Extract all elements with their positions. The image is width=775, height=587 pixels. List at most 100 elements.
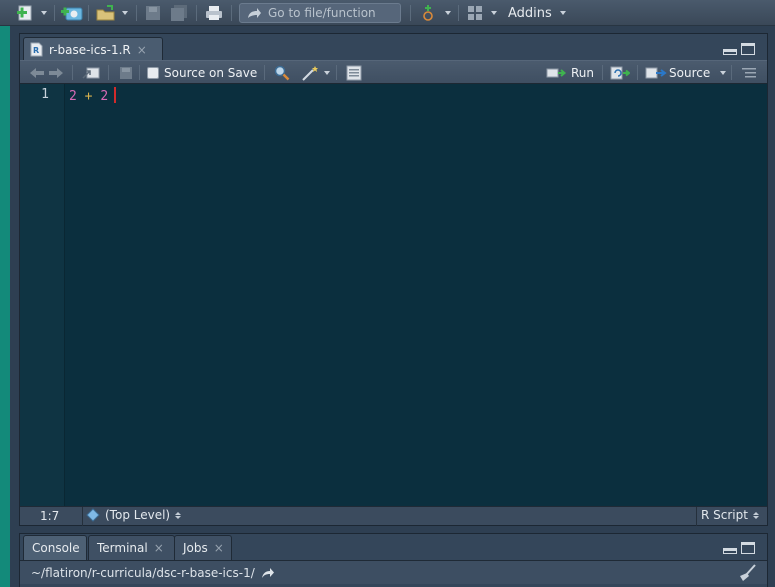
main-toolbar: Addins xyxy=(0,0,775,26)
run-icon xyxy=(546,68,567,77)
back-arrow-icon xyxy=(30,67,44,78)
tab-console[interactable]: Console xyxy=(23,535,87,560)
tab-jobs-close-button[interactable]: × xyxy=(214,541,224,555)
find-replace-button[interactable] xyxy=(274,64,290,81)
pane-layout-button[interactable] xyxy=(467,4,497,22)
source-on-save-label: Source on Save xyxy=(164,65,258,80)
navigate-dir-icon[interactable] xyxy=(261,567,275,579)
minimize-pane-icon[interactable] xyxy=(723,542,737,554)
file-type-label: R Script xyxy=(701,508,748,522)
code-tools-button[interactable] xyxy=(301,64,330,81)
source-label: Source xyxy=(669,65,711,80)
file-type-selector[interactable]: R Script xyxy=(701,508,759,522)
forward-button[interactable] xyxy=(48,64,64,81)
save-icon xyxy=(146,6,160,20)
code-tools-dropdown-caret[interactable] xyxy=(324,70,330,75)
console-path-bar: ~/flatiron/r-curricula/dsc-r-base-ics-1/ xyxy=(20,560,767,584)
code-editor[interactable]: 1 2 + 2 xyxy=(20,84,767,506)
save-all-button[interactable] xyxy=(170,4,188,22)
tab-jobs[interactable]: Jobs × xyxy=(174,535,232,560)
print-button[interactable] xyxy=(205,4,223,22)
rerun-icon xyxy=(610,66,630,79)
run-label: Run xyxy=(571,65,595,80)
new-file-dropdown-caret[interactable] xyxy=(41,11,47,15)
working-directory: ~/flatiron/r-curricula/dsc-r-base-ics-1/ xyxy=(31,565,255,580)
magic-wand-icon xyxy=(302,65,318,81)
source-editor-pane: R r-base-ics-1.R × Source on Save Run So… xyxy=(19,33,768,526)
file-type-updown-icon xyxy=(752,511,759,519)
number-token: 2 xyxy=(100,89,109,104)
new-file-icon xyxy=(17,5,32,21)
editor-tab-bar: R r-base-ics-1.R × xyxy=(20,34,767,61)
vcs-icon xyxy=(423,5,433,21)
console-pane: Console Terminal × Jobs × ~/flatiron/r-c… xyxy=(19,533,768,587)
goto-arrow-icon xyxy=(248,8,261,18)
rerun-button[interactable] xyxy=(610,64,630,81)
tab-terminal[interactable]: Terminal × xyxy=(88,535,175,560)
maximize-pane-icon[interactable] xyxy=(741,542,755,554)
new-project-icon xyxy=(61,7,83,21)
addins-dropdown-caret xyxy=(559,11,566,15)
vcs-dropdown-caret[interactable] xyxy=(445,11,451,15)
line-number: 1 xyxy=(41,87,49,102)
editor-save-button[interactable] xyxy=(119,64,133,81)
tab-console-label: Console xyxy=(32,541,80,555)
open-file-dropdown-caret[interactable] xyxy=(122,11,128,15)
clear-console-broom-icon[interactable] xyxy=(737,564,757,582)
save-all-icon xyxy=(171,5,187,21)
cursor-position: 1:7 xyxy=(40,509,60,523)
tab-terminal-close-button[interactable]: × xyxy=(154,541,164,555)
vcs-button[interactable] xyxy=(420,4,451,22)
maximize-pane-icon[interactable] xyxy=(741,43,755,55)
outline-icon xyxy=(742,67,756,77)
run-button[interactable]: Run xyxy=(546,64,594,81)
save-button[interactable] xyxy=(145,4,161,22)
compile-report-button[interactable] xyxy=(346,64,362,81)
tab-jobs-label: Jobs xyxy=(183,541,208,555)
save-icon xyxy=(120,66,132,79)
editor-tab-filename: r-base-ics-1.R xyxy=(49,42,131,57)
goto-file-function-field[interactable] xyxy=(239,3,401,23)
new-project-button[interactable] xyxy=(60,4,84,22)
addins-label: Addins xyxy=(508,5,552,21)
search-icon xyxy=(274,65,290,80)
goto-file-function-input[interactable] xyxy=(268,6,393,20)
source-on-save-checkbox[interactable] xyxy=(147,66,159,79)
new-file-button[interactable] xyxy=(16,4,47,22)
left-sidebar-edge xyxy=(0,26,10,587)
editor-status-bar: 1:7 (Top Level) R Script xyxy=(20,506,767,526)
addins-menu[interactable]: Addins xyxy=(508,4,566,22)
print-icon xyxy=(206,6,222,20)
line-number-gutter: 1 xyxy=(20,84,65,506)
operator-token: + xyxy=(84,89,93,104)
grid-layout-icon xyxy=(468,6,482,20)
open-file-button[interactable] xyxy=(95,4,128,22)
show-in-new-window-button[interactable] xyxy=(82,64,100,81)
editor-tab[interactable]: R r-base-ics-1.R × xyxy=(23,37,163,61)
code-line[interactable]: 2 + 2 xyxy=(69,87,117,104)
compile-report-icon xyxy=(346,65,362,80)
source-button[interactable]: Source xyxy=(645,64,727,81)
source-dropdown-caret[interactable] xyxy=(720,70,727,75)
r-file-icon: R xyxy=(30,42,43,57)
source-on-save-toggle[interactable]: Source on Save xyxy=(147,64,257,81)
pane-layout-dropdown-caret[interactable] xyxy=(491,11,497,15)
scope-label: (Top Level) xyxy=(105,508,171,522)
open-file-icon xyxy=(96,5,115,21)
forward-arrow-icon xyxy=(49,67,63,78)
back-button[interactable] xyxy=(29,64,45,81)
editor-tab-close-button[interactable]: × xyxy=(137,43,147,57)
code-tool-icon xyxy=(86,508,100,522)
document-outline-button[interactable] xyxy=(741,64,757,81)
scope-selector[interactable]: (Top Level) xyxy=(86,508,182,522)
editor-pane-controls xyxy=(723,43,755,55)
scope-updown-icon xyxy=(175,511,182,519)
svg-text:R: R xyxy=(33,46,39,55)
tab-terminal-label: Terminal xyxy=(97,541,148,555)
number-token: 2 xyxy=(69,89,77,104)
minimize-pane-icon[interactable] xyxy=(723,43,737,55)
text-cursor xyxy=(114,87,117,103)
console-pane-controls xyxy=(723,542,755,554)
show-in-window-icon xyxy=(82,67,100,79)
source-icon xyxy=(645,67,667,78)
